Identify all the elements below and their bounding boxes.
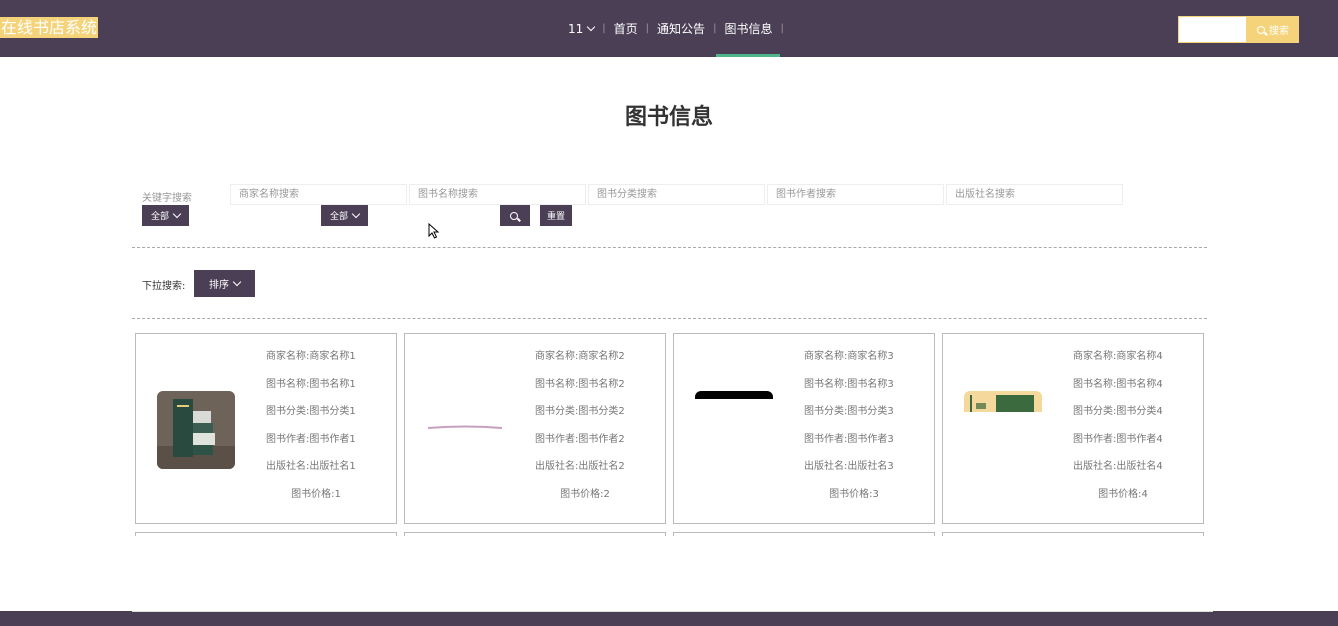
book-category: 图书分类:图书分类3 (804, 406, 894, 417)
book-cover-art (964, 391, 1042, 412)
book-price: 图书价格:4 (1098, 488, 1148, 500)
chevron-down-icon (232, 277, 242, 286)
merchant-name: 商家名称:商家名称3 (804, 351, 894, 362)
book-publisher: 出版社名:出版社名1 (266, 461, 356, 472)
book-author: 图书作者:图书作者4 (1073, 433, 1163, 445)
footer-divider (132, 611, 1213, 612)
author-search-input[interactable]: 图书作者搜索 (767, 184, 944, 205)
reset-button-label: 重置 (546, 212, 565, 222)
chevron-down-icon (172, 209, 182, 218)
book-publisher: 出版社名:出版社名2 (535, 461, 625, 472)
filter-dropdown-label: 全部 (150, 212, 169, 222)
nav-separator: | (780, 23, 784, 34)
book-cover-art (695, 391, 773, 399)
sort-button[interactable]: 排序 (194, 270, 255, 297)
filter-dropdown-label: 全部 (329, 212, 348, 222)
nav-item-notices[interactable]: 通知公告 (649, 0, 713, 57)
publisher-search-input[interactable]: 出版社名搜索 (946, 184, 1123, 205)
keyword-search-label: 关键字搜索 (142, 193, 192, 204)
book-info: 商家名称:商家名称1 图书名称:图书名称1 图书分类:图书分类1 图书作者:图书… (266, 350, 366, 515)
nav-notices-label: 通知公告 (657, 22, 706, 36)
book-category: 图书分类:图书分类1 (266, 406, 356, 417)
book-cover-art (157, 391, 235, 469)
book-price: 图书价格:2 (560, 488, 610, 500)
book-name: 图书名称:图书名称1 (266, 378, 356, 390)
nav-home-label: 首页 (613, 22, 638, 36)
book-name-search-input[interactable]: 图书名称搜索 (409, 184, 586, 205)
book-category: 图书分类:图书分类2 (535, 406, 625, 417)
merchant-name: 商家名称:商家名称2 (535, 351, 625, 362)
book-author: 图书作者:图书作者1 (266, 433, 356, 445)
top-navbar: 在线书店系统 11 | 首页 | 通知公告 | 图书信息 | 搜索 (0, 0, 1338, 57)
book-cover-image (695, 391, 773, 469)
merchant-name: 商家名称:商家名称1 (266, 351, 356, 362)
pulldown-search-label: 下拉搜索: (142, 281, 186, 292)
book-author: 图书作者:图书作者2 (535, 433, 625, 445)
top-search-button[interactable]: 搜索 (1247, 16, 1299, 43)
book-name: 图书名称:图书名称2 (535, 378, 625, 390)
book-price: 图书价格:3 (829, 488, 879, 500)
filter-dropdown-all-2[interactable]: 全部 (321, 205, 368, 226)
nav-user-label: 11 (568, 21, 584, 36)
book-author: 图书作者:图书作者3 (804, 433, 894, 445)
divider (132, 318, 1207, 319)
sort-button-label: 排序 (209, 280, 229, 291)
nav-book-info-label: 图书信息 (724, 22, 773, 36)
book-info: 商家名称:商家名称3 图书名称:图书名称3 图书分类:图书分类3 图书作者:图书… (804, 350, 904, 515)
book-price: 图书价格:1 (291, 488, 341, 500)
page-title: 图书信息 (624, 105, 713, 130)
nav-item-book-info[interactable]: 图书信息 (716, 0, 781, 57)
search-icon (510, 211, 518, 220)
merchant-name: 商家名称:商家名称4 (1073, 351, 1163, 362)
book-name: 图书名称:图书名称3 (804, 378, 894, 390)
book-cover-art (427, 425, 503, 429)
book-card[interactable]: 商家名称:商家名称4 图书名称:图书名称4 图书分类:图书分类4 图书作者:图书… (942, 333, 1204, 524)
chevron-down-icon (587, 22, 596, 31)
book-category: 图书分类:图书分类4 (1073, 406, 1163, 417)
nav-item-home[interactable]: 首页 (606, 0, 646, 57)
top-search-button-label: 搜索 (1269, 26, 1289, 37)
book-name: 图书名称:图书名称4 (1073, 378, 1163, 390)
nav-active-indicator (716, 54, 781, 57)
search-icon (1257, 25, 1265, 34)
book-cover-image (426, 391, 504, 469)
brand-logo[interactable]: 在线书店系统 (0, 17, 99, 38)
merchant-search-input[interactable]: 商家名称搜索 (230, 184, 407, 205)
book-cover-image (964, 391, 1042, 469)
divider (132, 247, 1207, 248)
search-button[interactable] (500, 205, 530, 226)
mouse-cursor-icon (428, 223, 440, 239)
book-publisher: 出版社名:出版社名4 (1073, 461, 1163, 472)
book-card[interactable]: 商家名称:商家名称2 图书名称:图书名称2 图书分类:图书分类2 图书作者:图书… (404, 333, 666, 524)
main-nav: 11 | 首页 | 通知公告 | 图书信息 | (560, 0, 784, 57)
book-card-next-row[interactable] (942, 532, 1204, 536)
book-card-next-row[interactable] (673, 532, 935, 536)
book-card[interactable]: 商家名称:商家名称3 图书名称:图书名称3 图书分类:图书分类3 图书作者:图书… (673, 333, 935, 524)
book-info: 商家名称:商家名称2 图书名称:图书名称2 图书分类:图书分类2 图书作者:图书… (535, 350, 635, 515)
reset-button[interactable]: 重置 (540, 205, 572, 226)
category-search-input[interactable]: 图书分类搜索 (588, 184, 765, 205)
chevron-down-icon (351, 209, 361, 218)
book-card-next-row[interactable] (135, 532, 397, 536)
book-card[interactable]: 商家名称:商家名称1 图书名称:图书名称1 图书分类:图书分类1 图书作者:图书… (135, 333, 397, 524)
book-info: 商家名称:商家名称4 图书名称:图书名称4 图书分类:图书分类4 图书作者:图书… (1073, 350, 1173, 515)
filter-dropdown-all-1[interactable]: 全部 (142, 205, 189, 226)
top-search-input[interactable] (1178, 16, 1247, 43)
nav-item-user-menu[interactable]: 11 (560, 0, 602, 57)
book-card-next-row[interactable] (404, 532, 666, 536)
book-publisher: 出版社名:出版社名3 (804, 461, 894, 472)
book-cover-image (157, 391, 235, 469)
footer (0, 611, 1338, 626)
